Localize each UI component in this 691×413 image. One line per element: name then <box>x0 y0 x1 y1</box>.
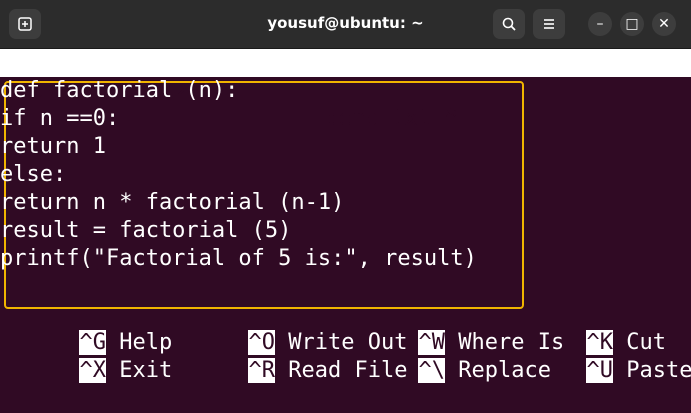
close-icon: ✕ <box>658 16 670 32</box>
menu-button[interactable] <box>533 9 565 39</box>
shortcut-label: Paste <box>626 358 691 383</box>
code-line: else: <box>0 162 67 187</box>
shortcut-paste[interactable]: ^U Paste <box>507 329 691 383</box>
shortcut-cut[interactable]: ^K Cut <box>507 301 666 355</box>
title-bar: yousuf@ubuntu: ~ – □ ✕ <box>0 0 691 49</box>
shortcut-key: ^X <box>79 358 106 383</box>
maximize-icon: □ <box>625 16 639 32</box>
maximize-button[interactable]: □ <box>620 12 644 36</box>
close-button[interactable]: ✕ <box>652 12 676 36</box>
code-line: return 1 <box>0 134 106 159</box>
shortcut-key: ^\ <box>418 358 445 383</box>
shortcut-label: Exit <box>119 358 173 383</box>
search-button[interactable] <box>493 9 525 39</box>
shortcut-key: ^U <box>586 358 613 383</box>
code-line: def factorial (n): <box>0 78 239 103</box>
search-icon <box>502 17 516 31</box>
shortcut-exit[interactable]: ^X Exit <box>0 329 172 383</box>
hamburger-menu-icon <box>544 19 554 29</box>
minimize-icon: – <box>596 16 604 32</box>
nano-header: GNU nano 6.2 demo.txt * <box>0 49 691 131</box>
code-line: if n ==0: <box>0 106 120 131</box>
minimize-button[interactable]: – <box>588 12 612 36</box>
shortcut-help[interactable]: ^G Help <box>0 301 172 355</box>
terminal-area[interactable]: GNU nano 6.2 demo.txt * def factorial (n… <box>0 49 691 383</box>
code-line: return n * factorial (n-1) <box>0 190 345 215</box>
code-line: printf("Factorial of 5 is:", result) <box>0 246 477 271</box>
shortcut-key: ^R <box>248 358 275 383</box>
code-line: result = factorial (5) <box>0 218 292 243</box>
